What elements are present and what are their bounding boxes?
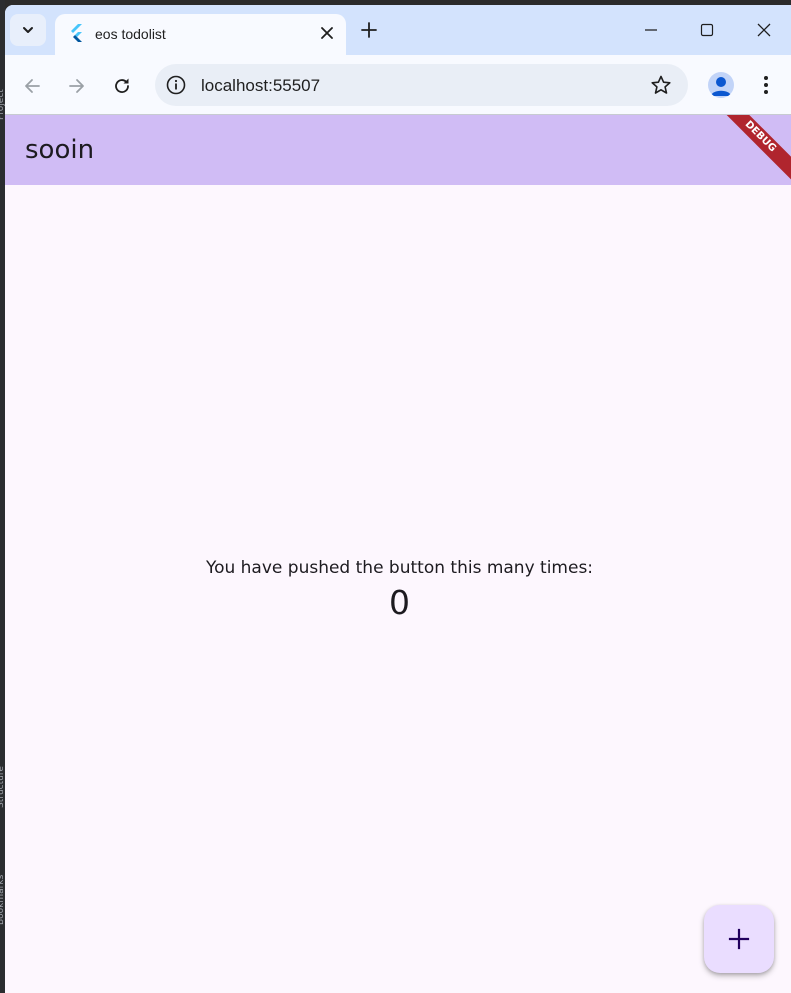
new-tab-button[interactable]: [357, 18, 381, 42]
close-window-button[interactable]: [749, 15, 779, 45]
browser-window: eos todolist localhost:55507 sooin DEBUG…: [5, 5, 791, 993]
tab-title: eos todolist: [95, 26, 166, 42]
app-page: sooin DEBUG You have pushed the button t…: [5, 115, 791, 993]
browser-menu-button[interactable]: [755, 72, 777, 98]
flutter-icon: [71, 24, 82, 42]
url-text[interactable]: localhost:55507: [201, 76, 320, 96]
increment-fab-button[interactable]: [704, 905, 774, 973]
plus-icon: [361, 22, 377, 38]
address-bar[interactable]: localhost:55507: [155, 64, 688, 106]
star-icon[interactable]: [650, 74, 672, 96]
reload-icon: [115, 78, 129, 93]
counter-label: You have pushed the button this many tim…: [205, 558, 594, 578]
app-bar-title: sooin: [25, 135, 95, 165]
info-icon[interactable]: [165, 74, 187, 96]
arrow-right-icon: [69, 79, 84, 93]
forward-button[interactable]: [64, 73, 90, 99]
chevron-down-icon: [23, 27, 33, 33]
plus-icon: [728, 928, 750, 950]
close-icon: [757, 23, 771, 37]
back-button[interactable]: [19, 73, 45, 99]
tab-active[interactable]: eos todolist: [55, 14, 346, 55]
minimize-icon: [645, 29, 657, 31]
counter-value: 0: [389, 583, 410, 622]
close-icon: [321, 27, 333, 39]
profile-avatar[interactable]: [708, 72, 734, 98]
minimize-button[interactable]: [636, 15, 666, 45]
maximize-icon: [700, 23, 714, 37]
tab-search-button[interactable]: [10, 14, 46, 46]
reload-button[interactable]: [109, 73, 135, 99]
tab-strip: eos todolist: [5, 5, 791, 55]
arrow-left-icon: [25, 79, 40, 93]
tab-close-button[interactable]: [318, 24, 336, 42]
app-bar: sooin: [5, 115, 791, 185]
maximize-button[interactable]: [692, 15, 722, 45]
person-icon: [711, 77, 731, 96]
browser-toolbar: localhost:55507: [5, 55, 791, 115]
more-vertical-icon: [764, 76, 768, 94]
